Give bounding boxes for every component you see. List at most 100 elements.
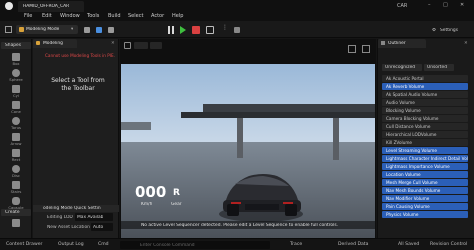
- rectangle-icon: [12, 149, 20, 157]
- warning-text: Cannot use Modeling Tools in PIE.: [45, 53, 115, 58]
- shapes-label: Shapes: [5, 43, 22, 48]
- mode-label: Modeling Mode: [26, 27, 60, 32]
- menu-window[interactable]: Window: [60, 13, 80, 19]
- derived-data-button[interactable]: Derived Data: [338, 242, 368, 247]
- outliner-item[interactable]: Kill ZVolume: [382, 139, 468, 146]
- new-asset-dropdown[interactable]: Auto: [91, 223, 113, 231]
- step-icon[interactable]: [180, 26, 186, 34]
- console-input[interactable]: Enter Console Command: [120, 241, 270, 249]
- mode-selector[interactable]: Modeling Mode ▾: [16, 25, 78, 34]
- tool-disc[interactable]: Disc: [3, 165, 29, 178]
- close-outliner-icon[interactable]: ✕: [464, 41, 468, 46]
- outliner-item[interactable]: Mesh Merge Cull Volume: [382, 179, 468, 186]
- platforms-icon[interactable]: [234, 27, 240, 33]
- unreal-logo-icon: [5, 2, 13, 10]
- menu-select[interactable]: Select: [128, 13, 143, 19]
- minimize-button[interactable]: –: [428, 2, 431, 8]
- shapes-header[interactable]: Shapes: [1, 42, 31, 49]
- outliner-item[interactable]: Physics Volume: [382, 211, 468, 218]
- lit-button[interactable]: [150, 42, 162, 49]
- filter-unrecognized[interactable]: Unrecognized: [382, 64, 422, 71]
- blueprint-icon[interactable]: [96, 27, 102, 33]
- outliner-item[interactable]: Blocking Volume: [382, 107, 468, 114]
- outliner-tab[interactable]: Outliner: [378, 39, 426, 48]
- stop-icon[interactable]: [192, 26, 200, 34]
- tool-cone[interactable]: Cone: [3, 101, 29, 114]
- new-asset-label: New Asset Location: [47, 225, 90, 230]
- outliner-item[interactable]: Ak Reverb Volume: [382, 83, 468, 90]
- disc-icon: [12, 165, 20, 173]
- gear-icon: ⚙: [432, 28, 436, 33]
- pause-icon[interactable]: [167, 26, 175, 34]
- cinematics-icon[interactable]: [108, 27, 114, 33]
- outliner-item[interactable]: Level Streaming Volume: [382, 147, 468, 154]
- project-tab[interactable]: HAMID_OFFROA_CAR: [18, 1, 84, 12]
- outliner-item[interactable]: Hierarchical LODVolume: [382, 131, 468, 138]
- capsule-icon: [12, 197, 20, 205]
- more-options-icon[interactable]: ⋮: [222, 25, 228, 34]
- create-header[interactable]: Create: [1, 209, 31, 216]
- chevron-down-icon: ▾: [71, 27, 74, 32]
- tool-torus[interactable]: Torus: [3, 117, 29, 130]
- maximize-button[interactable]: □: [443, 2, 448, 8]
- cmd-dropdown[interactable]: Cmd: [98, 242, 109, 247]
- modeling-tab[interactable]: Modeling: [33, 39, 77, 48]
- close-tab-icon[interactable]: ✕: [111, 41, 115, 46]
- cylinder-icon: [12, 85, 20, 93]
- tool-polyextrude[interactable]: [3, 219, 29, 227]
- outliner-icon: [381, 41, 385, 45]
- outliner-item[interactable]: Audio Volume: [382, 99, 468, 106]
- editing-lod-label: Editing LOD: [47, 215, 73, 220]
- outliner-item[interactable]: Ak Acoustic Portal: [382, 75, 468, 82]
- outliner-tab-label: Outliner: [388, 41, 406, 46]
- menu-build[interactable]: Build: [108, 13, 121, 19]
- outliner-item[interactable]: Nav Mesh Bounds Volume: [382, 187, 468, 194]
- outliner-item[interactable]: Location Volume: [382, 171, 468, 178]
- tool-cylinder[interactable]: Cyl: [3, 85, 29, 98]
- menu-help[interactable]: Help: [172, 13, 183, 19]
- outliner-item[interactable]: Ak Spatial Audio Volume: [382, 91, 468, 98]
- tool-sphere[interactable]: Sphere: [3, 69, 29, 82]
- grid-snap-icon[interactable]: [348, 45, 356, 53]
- tool-box[interactable]: Box: [3, 53, 29, 66]
- filter-unrecognized-label: Unrecognized: [385, 65, 416, 70]
- tool-stairs[interactable]: Stairs: [3, 181, 29, 194]
- all-saved-indicator[interactable]: All Saved: [398, 242, 419, 247]
- revision-control-button[interactable]: Revision Control: [430, 242, 467, 247]
- maximize-viewport-icon[interactable]: [362, 45, 370, 53]
- tool-prompt: Select a Tool from the Toolbar: [51, 77, 105, 92]
- output-log-button[interactable]: Output Log: [58, 242, 84, 247]
- tool-rect[interactable]: Rect: [3, 149, 29, 162]
- filter-unsorted[interactable]: Unsorted: [424, 64, 454, 71]
- outliner-item[interactable]: Cull Distance Volume: [382, 123, 468, 130]
- trace-button[interactable]: Trace: [290, 242, 302, 247]
- scene-view[interactable]: 000 R Km/h Gear No active Level Sequence…: [121, 64, 375, 240]
- eject-icon[interactable]: [206, 26, 214, 34]
- stairs-icon: [12, 181, 20, 189]
- outliner-item[interactable]: Lightmass Character Indirect Detail Volu…: [382, 155, 468, 162]
- tool-arrow[interactable]: Arrow: [3, 133, 29, 146]
- new-asset-value: Auto: [93, 224, 104, 230]
- content-icon[interactable]: [84, 27, 90, 33]
- menu-actor[interactable]: Actor: [151, 13, 164, 19]
- perspective-button[interactable]: [134, 42, 148, 49]
- cone-icon: [12, 101, 20, 109]
- menu-tools[interactable]: Tools: [87, 13, 99, 19]
- save-icon[interactable]: [5, 26, 12, 33]
- torus-icon: [12, 117, 20, 125]
- outliner-item[interactable]: Pain Causing Volume: [382, 203, 468, 210]
- outliner-item[interactable]: Lightmass Importance Volume: [382, 163, 468, 170]
- outliner-item[interactable]: Nav Modifier Volume: [382, 195, 468, 202]
- gear-label: Gear: [171, 202, 182, 207]
- content-drawer-button[interactable]: Content Drawer: [6, 242, 42, 247]
- menu-edit[interactable]: Edit: [42, 13, 52, 19]
- editing-lod-value: Max Availab: [77, 214, 104, 220]
- modeling-tab-icon: [36, 41, 40, 45]
- viewport-menu-icon[interactable]: [124, 42, 131, 49]
- settings-button[interactable]: ⚙ Settings: [432, 26, 472, 35]
- close-button[interactable]: ✕: [460, 2, 464, 8]
- menu-file[interactable]: File: [24, 13, 32, 19]
- outliner-item[interactable]: Camera Blocking Volume: [382, 115, 468, 122]
- modeling-tool-palette: Shapes Box Sphere Cyl Cone Torus Arrow R…: [0, 39, 32, 238]
- editing-lod-dropdown[interactable]: Max Availab: [75, 213, 113, 221]
